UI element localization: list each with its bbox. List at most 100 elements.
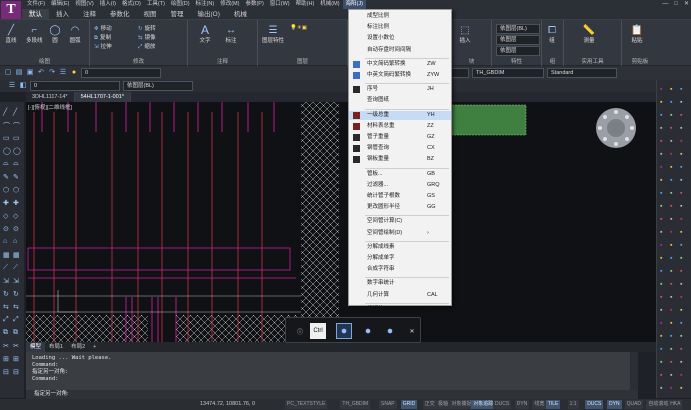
left-tool-icon[interactable]: ▦ — [3, 251, 10, 259]
status-toggle-16[interactable]: 自动滚动 — [646, 400, 671, 409]
dimstyle-combo[interactable]: TH_GBDIM — [472, 68, 544, 78]
cube-view-icon[interactable]: ⬢ — [382, 323, 398, 339]
status-toggle-2[interactable]: SNAP — [379, 400, 397, 409]
right-tool-icon[interactable]: ▪ — [680, 242, 682, 249]
status-toggle-13[interactable]: DUCS — [585, 400, 604, 409]
status-toggle-7[interactable]: 对象追踪 — [471, 400, 496, 409]
right-tool-icon[interactable]: ▪ — [670, 359, 672, 366]
left-tool-icon[interactable]: ⌂ — [3, 238, 7, 245]
left-tool-icon[interactable]: ◯ — [13, 147, 21, 155]
left-tool-icon[interactable]: ⇲ — [13, 277, 19, 285]
dropdown-item[interactable]: 空间管计算(C) — [349, 217, 451, 226]
left-tool-icon[interactable]: ⊙ — [13, 225, 19, 233]
circle-button[interactable]: ◯ 圆 — [48, 24, 62, 45]
left-tool-icon[interactable]: ⬡ — [3, 186, 9, 194]
dropdown-item[interactable]: 分解成单字 — [349, 254, 451, 263]
status-toggle-8[interactable]: DUCS — [493, 400, 512, 409]
right-tool-icon[interactable]: ▪ — [670, 151, 672, 158]
redo-icon[interactable]: ↷ — [48, 69, 56, 77]
right-tool-icon[interactable]: ▪ — [680, 99, 682, 106]
layout-tab-3[interactable]: + — [89, 342, 100, 352]
right-tool-icon[interactable]: ▪ — [670, 333, 672, 340]
new-file-icon[interactable]: ▢ — [4, 69, 12, 77]
left-tool-icon[interactable]: ✂ — [3, 342, 9, 350]
maximize-icon[interactable]: □ — [674, 0, 678, 9]
layer-name-combo[interactable]: 0 — [30, 81, 120, 91]
right-tool-icon[interactable]: ▪ — [670, 125, 672, 132]
paste-button[interactable]: 📋 粘贴 — [630, 24, 644, 45]
status-toggle-17[interactable]: HKA — [668, 400, 683, 409]
layout-tab-0[interactable]: 模型 — [26, 342, 46, 352]
polyline-button[interactable]: ⌐ 多段线 — [26, 24, 43, 45]
right-tool-icon[interactable]: ▪ — [660, 294, 662, 301]
right-tool-icon[interactable]: ▪ — [670, 385, 672, 392]
dropdown-item[interactable]: 查询图纸 — [349, 96, 451, 105]
status-toggle-14[interactable]: DYN — [607, 400, 622, 409]
right-tool-icon[interactable]: ▪ — [680, 190, 682, 197]
right-tool-icon[interactable]: ▪ — [670, 203, 672, 210]
left-tool-icon[interactable]: ⌓ — [13, 160, 19, 168]
left-tool-icon[interactable]: ✎ — [13, 173, 19, 181]
left-tool-icon[interactable]: ⊞ — [13, 355, 19, 363]
dropdown-item[interactable]: 空间管绘制(D) › — [349, 229, 451, 238]
left-tool-icon[interactable]: ⊙ — [3, 225, 9, 233]
right-tool-icon[interactable]: ▪ — [660, 268, 662, 275]
document-tab-1[interactable]: 54HL1707-1-001* — [74, 92, 132, 102]
text-button[interactable]: A 文字 — [198, 23, 212, 44]
right-tool-icon[interactable]: ▪ — [670, 164, 672, 171]
left-tool-icon[interactable]: ⌓ — [3, 160, 9, 168]
dropdown-item[interactable]: 中文简码繁转换 ZW — [349, 60, 451, 69]
right-tool-icon[interactable]: ▪ — [680, 294, 682, 301]
right-tool-icon[interactable]: ▪ — [680, 320, 682, 327]
save-icon[interactable]: ▣ — [26, 69, 34, 77]
right-tool-icon[interactable]: ▪ — [680, 125, 682, 132]
rotate-button[interactable]: ↻ 旋转 — [138, 24, 156, 32]
right-tool-icon[interactable]: ▪ — [660, 125, 662, 132]
status-toggle-6[interactable]: 对象捕捉 — [449, 400, 474, 409]
right-tool-icon[interactable]: ▪ — [660, 164, 662, 171]
open-file-icon[interactable]: ▤ — [15, 69, 23, 77]
right-tool-icon[interactable]: ▪ — [680, 281, 682, 288]
left-tool-icon[interactable]: ◇ — [13, 212, 18, 220]
status-toggle-5[interactable]: 极轴 — [436, 400, 451, 409]
right-tool-icon[interactable]: ▪ — [680, 229, 682, 236]
right-tool-icon[interactable]: ▪ — [660, 177, 662, 184]
right-tool-icon[interactable]: ▪ — [660, 229, 662, 236]
ribbon-tab-6[interactable]: 输出(O) — [191, 9, 227, 19]
left-tool-icon[interactable]: ⌒ — [13, 121, 20, 131]
left-tool-icon[interactable]: ⟋ — [3, 264, 8, 272]
left-tool-icon[interactable]: ⊞ — [3, 355, 9, 363]
layer-combo[interactable]: 0 — [81, 68, 161, 78]
right-tool-icon[interactable]: ▪ — [660, 216, 662, 223]
left-tool-icon[interactable]: ▦ — [13, 251, 20, 259]
right-tool-icon[interactable]: ▪ — [680, 307, 682, 314]
right-tool-icon[interactable]: ▪ — [660, 333, 662, 340]
dropdown-item[interactable]: 过滤器... GRQ — [349, 181, 451, 190]
stretch-button[interactable]: ⇲ 拉伸 — [94, 42, 112, 50]
menu-item-3[interactable]: 插入(I) — [97, 0, 119, 9]
left-tool-icon[interactable]: ⬡ — [13, 186, 19, 194]
left-tool-icon[interactable]: ⤢ — [13, 316, 19, 324]
right-tool-icon[interactable]: ▪ — [680, 203, 682, 210]
dropdown-item[interactable]: 序号 JH — [349, 85, 451, 94]
measure-button[interactable]: 📏 测量 — [582, 24, 596, 45]
scale-button[interactable]: ⤢ 缩放 — [138, 42, 155, 51]
right-tool-icon[interactable]: ▪ — [660, 307, 662, 314]
dropdown-item[interactable]: 标注比例 — [349, 23, 451, 32]
ribbon-tab-0[interactable]: 默认 — [22, 9, 49, 19]
dropdown-item[interactable]: 一级总重 YH — [349, 110, 451, 120]
command-input[interactable]: 指定另一对角: — [26, 390, 638, 399]
menu-item-4[interactable]: 格式(O) — [119, 0, 144, 9]
right-tool-icon[interactable]: ▪ — [660, 203, 662, 210]
left-tool-icon[interactable]: ✎ — [3, 173, 9, 181]
arc-button[interactable]: ◠ 圆弧 — [68, 24, 82, 45]
menu-item-0[interactable]: 文件(F) — [24, 0, 48, 9]
info-icon[interactable]: ⓘ — [292, 323, 308, 339]
dropdown-item[interactable]: 成型比例 — [349, 12, 451, 21]
document-tab-0[interactable]: 3DHL1117-14* — [26, 92, 75, 102]
ribbon-tab-1[interactable]: 插入 — [49, 9, 76, 19]
dropdown-item[interactable]: 分解成线素 — [349, 243, 451, 252]
right-tool-icon[interactable]: ▪ — [660, 151, 662, 158]
dropdown-item[interactable]: 更改圆形半径 GG — [349, 203, 451, 212]
right-tool-icon[interactable]: ▪ — [660, 138, 662, 145]
